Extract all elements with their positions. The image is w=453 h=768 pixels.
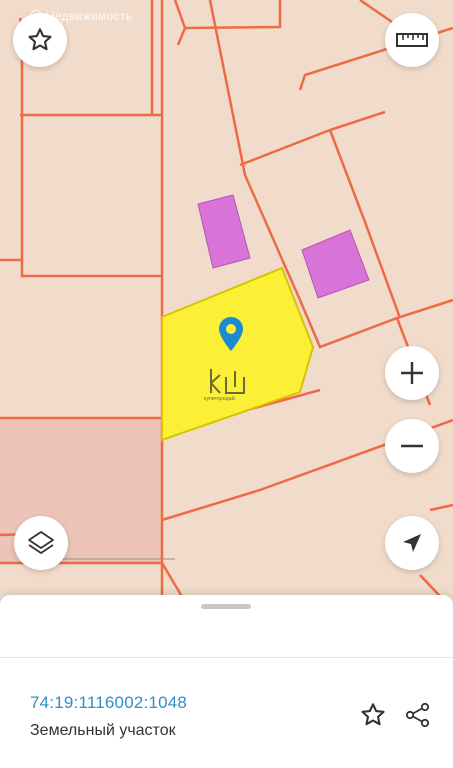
share-icon — [405, 702, 430, 728]
brand-text: купи•продай — [204, 396, 235, 402]
sheet-drag-handle[interactable] — [201, 604, 251, 609]
zoom-out-button[interactable] — [385, 419, 439, 473]
favorite-map-button[interactable] — [13, 13, 67, 67]
share-button[interactable] — [402, 699, 434, 731]
navigation-arrow-icon — [403, 534, 421, 552]
map-canvas[interactable] — [0, 0, 453, 610]
ruler-icon — [396, 33, 428, 47]
brand-logo: купи•продай — [204, 365, 250, 405]
brand-logo-icon — [210, 369, 245, 394]
favorite-parcel-button[interactable] — [357, 699, 389, 731]
locate-me-button[interactable] — [385, 516, 439, 570]
plus-icon — [401, 362, 423, 384]
minus-icon — [401, 444, 423, 448]
zoom-in-button[interactable] — [385, 346, 439, 400]
star-outline-icon — [361, 703, 385, 726]
star-outline-icon — [28, 28, 52, 51]
layers-button[interactable] — [14, 516, 68, 570]
location-pin-icon[interactable] — [218, 316, 244, 357]
map-view[interactable]: Недвижимость купи•продай — [0, 0, 453, 610]
cadastral-number-link[interactable]: 74:19:1116002:1048 — [30, 693, 187, 713]
parcel-type-label: Земельный участок — [30, 722, 176, 739]
parcel-info-sheet[interactable]: 74:19:1116002:1048 Земельный участок — [0, 595, 453, 768]
layers-icon — [28, 531, 54, 554]
ruler-button[interactable] — [385, 13, 439, 67]
sheet-divider — [0, 657, 453, 658]
